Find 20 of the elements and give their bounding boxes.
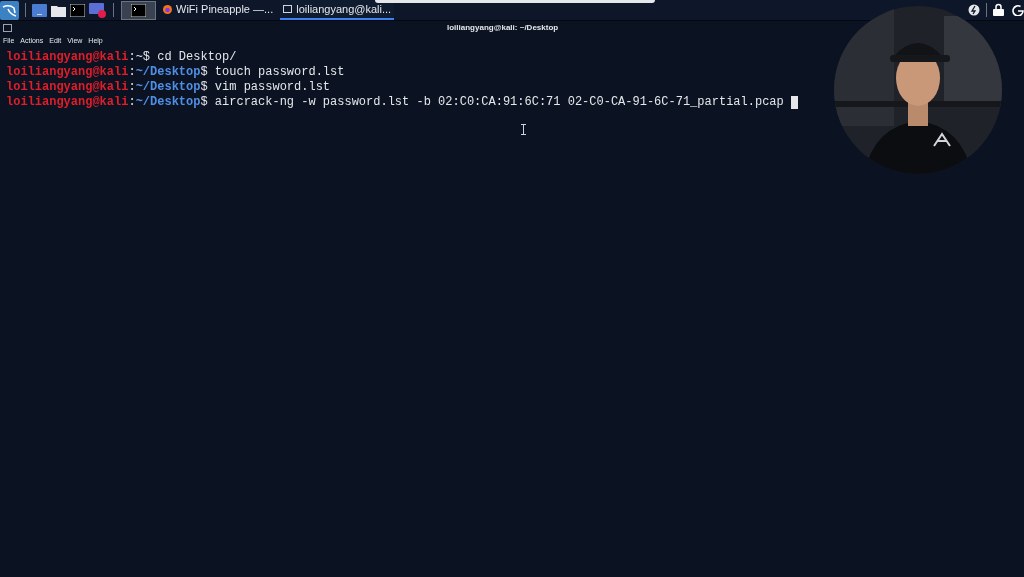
terminal-icon[interactable] — [70, 3, 85, 17]
lock-icon[interactable] — [993, 3, 1004, 16]
terminal-line: loiliangyang@kali:~/Desktop$ vim password.lst — [6, 80, 331, 95]
terminal-line: loiliangyang@kali:~$ cd Desktop/ — [6, 50, 237, 65]
terminal-icon — [283, 5, 293, 13]
desktop-icon[interactable] — [32, 3, 47, 17]
ibeam-cursor-icon — [521, 124, 526, 135]
kali-menu-icon[interactable] — [0, 0, 19, 20]
notification-icon[interactable] — [968, 4, 980, 16]
terminal-launcher-button[interactable] — [121, 0, 156, 20]
screen-recorder-icon[interactable] — [89, 2, 106, 18]
taskbar-task[interactable]: WiFi Pineapple —... — [160, 0, 277, 20]
terminal-line: loiliangyang@kali:~/Desktop$ aircrack-ng -w password.lst -b 02:C0:CA:91:6C:71 02-C0-CA-91-6C-71_partial.pcap — [6, 95, 784, 110]
browser-icon — [163, 4, 172, 14]
window-title: loiliangyang@kali: ~/Desktop — [447, 24, 559, 32]
terminal-window-icon — [3, 24, 12, 32]
terminal-line: loiliangyang@kali:~/Desktop$ touch password.lst — [6, 65, 345, 80]
folder-icon[interactable] — [51, 3, 66, 17]
taskbar-task[interactable]: loiliangyang@kali... — [280, 0, 395, 20]
terminal-icon — [131, 3, 146, 17]
